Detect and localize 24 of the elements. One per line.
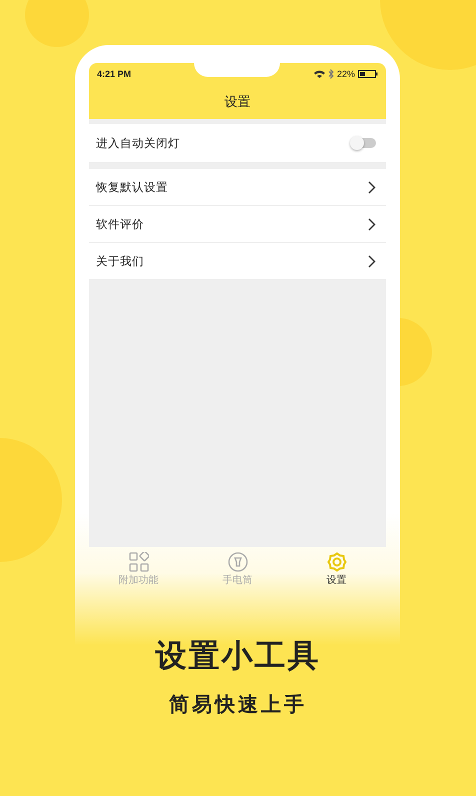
settings-row[interactable]: 关于我们 (89, 243, 386, 280)
promo-subtitle: 简易快速上手 (169, 691, 307, 718)
gear-icon (326, 552, 346, 572)
flashlight-icon (228, 552, 248, 572)
chevron-right-icon (368, 254, 376, 268)
tab-item[interactable]: 设置 (287, 547, 386, 591)
toggle-switch[interactable] (352, 138, 376, 148)
bluetooth-icon (328, 69, 334, 79)
promo-title: 设置小工具 (156, 637, 320, 676)
row-label: 软件评价 (96, 216, 144, 232)
chevron-right-icon (368, 180, 376, 194)
row-label: 进入自动关闭灯 (96, 136, 180, 150)
settings-row[interactable]: 恢复默认设置 (89, 169, 386, 206)
battery-percent: 22% (336, 69, 355, 79)
wifi-icon (314, 70, 325, 78)
row-label: 关于我们 (96, 254, 144, 268)
grid-icon (128, 552, 148, 572)
row-label: 恢复默认设置 (96, 180, 168, 194)
settings-row[interactable]: 软件评价 (89, 206, 386, 243)
status-time: 4:21 PM (97, 69, 132, 79)
settings-row[interactable]: 进入自动关闭灯 (89, 124, 386, 163)
header-title: 设置 (224, 94, 250, 111)
chevron-right-icon (368, 218, 376, 230)
battery-icon (358, 70, 378, 78)
